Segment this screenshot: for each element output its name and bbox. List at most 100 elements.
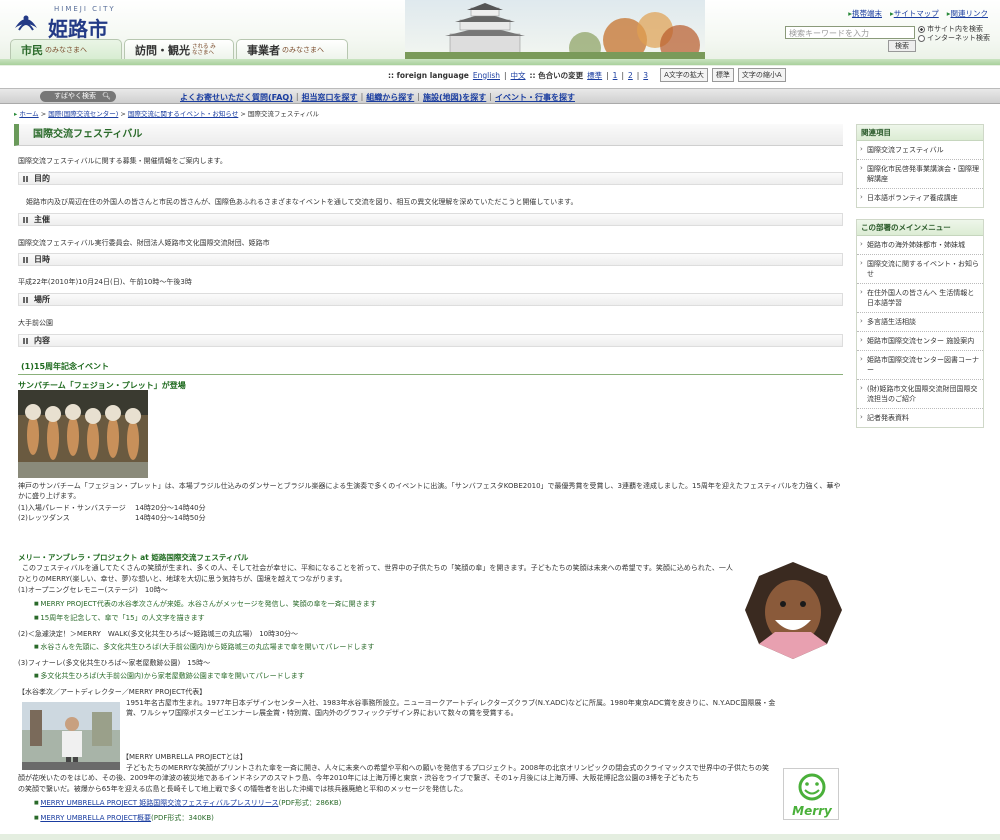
- global-nav: すばやく検索 🔍︎ よくお寄せいただく質問(FAQ) | 担当窓口を探す | 組織か…: [0, 88, 1000, 104]
- accessibility-bar: :: foreign language English | 中文 :: 色合いの…: [388, 68, 786, 82]
- section-place-heading: 場所: [18, 293, 843, 306]
- separator: |: [636, 70, 640, 80]
- font-shrink-button[interactable]: 文字の縮小A: [737, 68, 786, 82]
- radio-unselected-icon: [918, 35, 925, 42]
- related-item[interactable]: 日本語ボランティア養成講座: [857, 189, 983, 207]
- breadcrumb-events[interactable]: 国際交流に関するイベント・お知らせ: [128, 110, 238, 118]
- dept-menu-item[interactable]: 国際交流に関するイベント・お知らせ: [857, 255, 983, 284]
- walk-bullet-1: 水谷さんを先頭に、多文化共生ひろば(大手前公園内)から姫路城三の丸広場まで傘を開…: [34, 642, 374, 652]
- about-text-1: 子どもたちのMERRYな笑顔がプリントされた傘を一斉に開き、人々に未来への希望や…: [126, 764, 769, 772]
- place-text: 大手前公園: [18, 319, 53, 327]
- nav-facility-link[interactable]: 施設(地図)を探す: [423, 92, 486, 103]
- nav-event-link[interactable]: イベント・行事を探す: [495, 92, 575, 103]
- separator: |: [606, 70, 609, 80]
- quick-search-label: すばやく検索: [54, 92, 96, 100]
- city-emblem-icon: [15, 15, 37, 31]
- dept-menu-box: この部署のメインメニュー 姫路市の海外姉妹都市・姉妹城 国際交流に関するイベント…: [856, 219, 984, 428]
- dept-menu-item[interactable]: 姫路市国際交流センター図書コーナー: [857, 351, 983, 380]
- dept-menu-item[interactable]: 姫路市国際交流センター 施設案内: [857, 332, 983, 351]
- breadcrumb-intl[interactable]: 国際(国際交流センター): [48, 110, 118, 118]
- overview-link[interactable]: MERRY UMBRELLA PROJECT概要: [40, 814, 151, 822]
- search-input[interactable]: 検索キーワードを入力: [785, 26, 915, 39]
- tab-citizens-label: 市民: [21, 43, 43, 57]
- section-date-heading: 日時: [18, 253, 843, 266]
- director-text: 1951年名古屋市生まれ。1977年日本デザインセンター入社、1983年水谷事務…: [126, 699, 776, 717]
- color-2-link[interactable]: 2: [628, 71, 633, 80]
- samba-schedule-2-time: 14時40分～14時50分: [135, 514, 206, 522]
- about-heading: 【MERRY UMBRELLA PROJECTとは】: [122, 753, 247, 761]
- opening-bullet-2: 15周年を記念して、傘で「15」の人文字を描きます: [34, 613, 204, 623]
- tab-tourism-sub: される みなさまへ: [192, 43, 216, 56]
- walk-text: (2)＜急遽決定！＞MERRY WALK(多文化共生ひろば～姫路城三の丸広場) …: [18, 630, 299, 638]
- site-logo[interactable]: 姫路市: [48, 13, 108, 42]
- color-change-label: :: 色合いの変更: [529, 70, 584, 80]
- overview-meta: (PDF形式：340KB): [151, 814, 214, 822]
- himeji-castle-image: [405, 0, 705, 60]
- logo-subtitle: HIMEJI CITY: [54, 5, 116, 13]
- breadcrumb-current: 国際交流フェスティバル: [247, 110, 320, 118]
- nav-faq-link[interactable]: よくお寄せいただく質問(FAQ): [180, 92, 293, 103]
- sitemap-link[interactable]: サイトマップ: [890, 8, 939, 19]
- finale-bullet-1: 多文化共生ひろば(大手前公園内)から家老屋敷跡公園まで傘を開いてパレードします: [34, 671, 304, 681]
- font-enlarge-button[interactable]: A文字の拡大: [660, 68, 708, 82]
- font-standard-button[interactable]: 標準: [711, 68, 734, 82]
- merry-logo-text: Merry: [792, 804, 833, 818]
- dept-menu-item[interactable]: 在住外国人の皆さんへ 生活情報と日本語学習: [857, 284, 983, 313]
- mobile-link[interactable]: 携帯端末: [848, 8, 882, 19]
- radio-web-search[interactable]: インターネット検索: [918, 34, 990, 43]
- press-release-meta: (PDF形式：286KB): [278, 799, 342, 807]
- tab-tourism[interactable]: 訪問・観光 される みなさまへ: [124, 39, 234, 59]
- radio-selected-icon: [918, 26, 925, 33]
- footer-strip: [0, 834, 1000, 840]
- samba-schedule-1-time: 14時20分～14時40分: [135, 504, 206, 512]
- related-item[interactable]: 国際交流フェスティバル: [857, 141, 983, 160]
- merry-logo: Merry: [783, 768, 839, 820]
- dept-menu-item[interactable]: 多言語生活相談: [857, 313, 983, 332]
- date-text: 平成22年(2010年)10月24日(日)、午前10時～午後3時: [18, 278, 192, 286]
- related-heading: 関連項目: [857, 125, 983, 141]
- merry-heading: メリー・アンブレラ・プロジェクト at 姫路国際交流フェスティバル: [18, 553, 249, 562]
- opening-bullet-1: MERRY PROJECT代表の水谷孝次さんが来姫。水谷さんがメッセージを発信し…: [34, 599, 376, 609]
- merry-text-1: このフェスティバルを通してたくさんの笑顔が生まれ、多くの人、そして社会が幸せに、…: [22, 564, 733, 572]
- radio-site-search[interactable]: 市サイト内を検索: [918, 25, 990, 34]
- separator: |: [621, 70, 624, 80]
- arrow-icon: ▸: [14, 110, 18, 118]
- director-heading: 【水谷孝次／アートディレクター／MERRY PROJECT代表】: [18, 688, 207, 696]
- magnifier-icon: 🔍︎: [102, 92, 111, 100]
- samba-dancers-photo: [18, 390, 148, 478]
- smiling-child-photo: [745, 562, 842, 659]
- tab-citizens[interactable]: 市民 のみなさまへ: [10, 39, 122, 59]
- section-purpose-heading: 目的: [18, 172, 843, 185]
- about-text-2: 顔が花咲いたのをはじめ、その後、2009年の津波の被災地であるインドネシアのスマ…: [18, 774, 699, 782]
- color-3-link[interactable]: 3: [643, 71, 648, 80]
- english-link[interactable]: English: [473, 71, 500, 80]
- site-header: HIMEJI CITY 姫路市 携帯端末 サイトマップ 関連リンク 検索キーワー…: [0, 0, 1000, 66]
- merry-text-2: ひとりのMERRY(楽しい、幸せ、夢)な想いと、地球を大切に思う気持ちが、国境を…: [18, 575, 347, 583]
- foreign-language-label: :: foreign language: [388, 70, 469, 80]
- tab-tourism-label: 訪問・観光: [135, 43, 190, 57]
- search-button[interactable]: 検索: [888, 40, 916, 52]
- breadcrumb-home[interactable]: ホーム: [19, 110, 38, 118]
- intro-text: 国際交流フェスティバルに関する募集・開催情報をご案内します。: [18, 157, 227, 165]
- nav-org-link[interactable]: 組織から探す: [366, 92, 414, 103]
- audience-tabs: 市民 のみなさまへ 訪問・観光 される みなさまへ 事業者 のみなさまへ: [10, 39, 348, 59]
- tab-citizens-sub: のみなさまへ: [45, 45, 87, 54]
- color-1-link[interactable]: 1: [613, 71, 618, 80]
- header-divider: [0, 59, 1000, 65]
- samba-schedule-2-label: (2)レッツダンス: [18, 514, 70, 522]
- dept-menu-item[interactable]: 姫路市の海外姉妹都市・姉妹城: [857, 236, 983, 255]
- dept-menu-item[interactable]: (財)姫路市文化国際交流財団国際交流担当のご紹介: [857, 380, 983, 409]
- samba-schedule-1-label: (1)入場パレード・サンバステージ: [18, 504, 126, 512]
- quick-search-button[interactable]: すばやく検索 🔍︎: [40, 91, 116, 102]
- chinese-link[interactable]: 中文: [511, 70, 526, 81]
- section-content-heading: 内容: [18, 334, 843, 347]
- nav-contact-link[interactable]: 担当窓口を探す: [302, 92, 358, 103]
- dept-menu-item[interactable]: 記者発表資料: [857, 409, 983, 427]
- press-release-link[interactable]: MERRY UMBRELLA PROJECT 姫路国際交流フェスティバルプレスリ…: [40, 799, 278, 807]
- press-release-item: MERRY UMBRELLA PROJECT 姫路国際交流フェスティバルプレスリ…: [34, 798, 341, 808]
- related-links-link[interactable]: 関連リンク: [947, 8, 989, 19]
- related-items-box: 関連項目 国際交流フェスティバル 国際化市民啓発事業講演会・国際理解講座 日本語…: [856, 124, 984, 208]
- color-standard-link[interactable]: 標準: [587, 70, 602, 81]
- tab-business[interactable]: 事業者 のみなさまへ: [236, 39, 348, 59]
- related-item[interactable]: 国際化市民啓発事業講演会・国際理解講座: [857, 160, 983, 189]
